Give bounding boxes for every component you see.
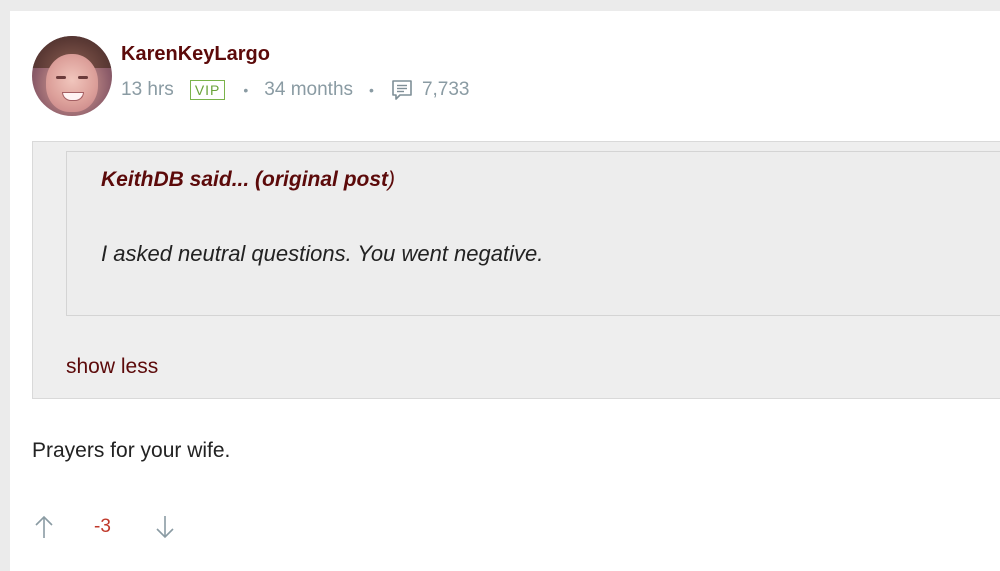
avatar-eye-right: [78, 76, 88, 79]
member-tenure: 34 months: [264, 79, 354, 100]
arrow-down-icon[interactable]: [153, 514, 177, 540]
quote-block: KeithDB said... (original post) I asked …: [66, 151, 1000, 316]
original-post-link[interactable]: original post: [262, 168, 388, 191]
vote-score: -3: [94, 516, 111, 537]
meta-separator: •: [243, 82, 249, 98]
quote-said: said... (: [183, 168, 263, 191]
quote-close-paren: ): [388, 168, 396, 191]
vip-badge: VIP: [189, 80, 226, 100]
quote-author[interactable]: KeithDB: [101, 168, 184, 191]
post-meta: 13 hrs VIP • 34 months • 7,733: [121, 77, 469, 103]
quote-container: KeithDB said... (original post) I asked …: [32, 141, 1000, 399]
quote-header: KeithDB said... (original post): [101, 168, 395, 192]
avatar[interactable]: [32, 36, 112, 116]
avatar-eye-left: [56, 76, 66, 79]
show-less-link[interactable]: show less: [66, 355, 158, 379]
comment-count: 7,733: [421, 79, 470, 100]
comment-icon: [390, 78, 414, 102]
author-username[interactable]: KarenKeyLargo: [121, 43, 270, 66]
meta-separator: •: [369, 82, 374, 98]
quote-text: I asked neutral questions. You went nega…: [101, 241, 544, 266]
avatar-face: [46, 54, 98, 112]
comment-card: KarenKeyLargo 13 hrs VIP • 34 months • 7…: [10, 11, 1000, 571]
post-body: Prayers for your wife.: [32, 439, 231, 462]
post-time: 13 hrs: [121, 79, 174, 100]
arrow-up-icon[interactable]: [32, 514, 56, 540]
vote-controls: -3: [32, 512, 177, 542]
